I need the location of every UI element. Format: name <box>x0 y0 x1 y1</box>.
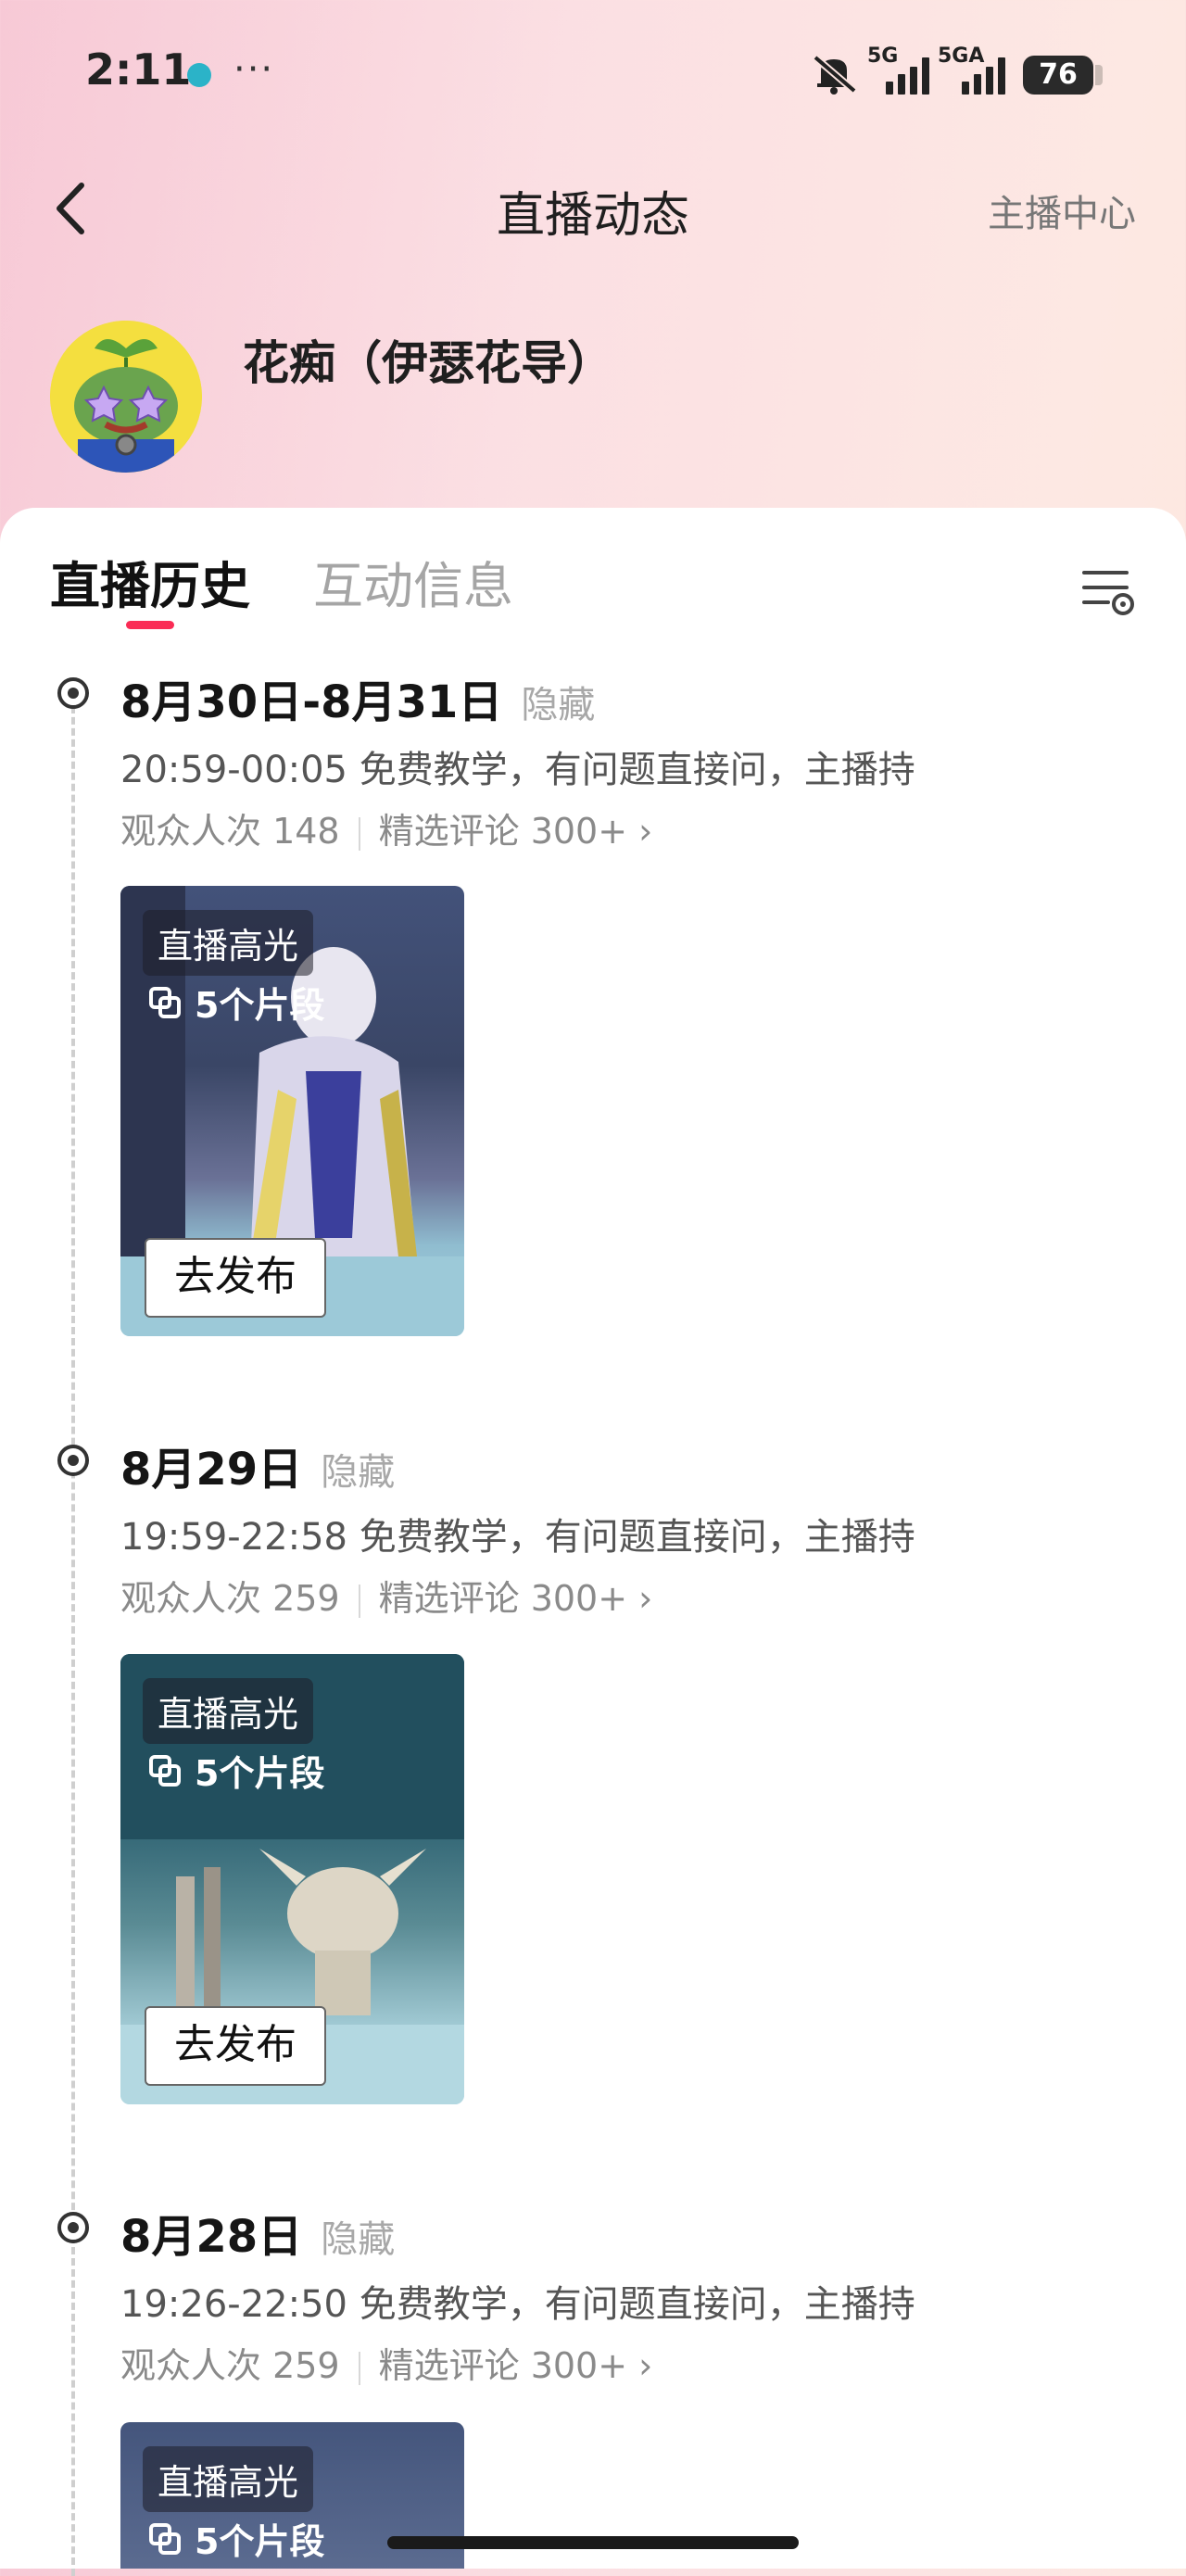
live-highlight-badge: 直播高光 <box>143 910 314 976</box>
list-settings-icon[interactable] <box>1080 565 1138 617</box>
timeline-line <box>71 695 75 2576</box>
tab-live-history[interactable]: 直播历史 <box>50 545 250 618</box>
publish-button[interactable]: 去发布 <box>145 1238 326 1318</box>
live-date: 8月29日 隐藏 <box>120 1433 395 1497</box>
timeline-dot <box>57 677 89 709</box>
clock: 2:11 <box>85 44 192 95</box>
battery-icon: 76 <box>1023 56 1093 95</box>
chevron-right-icon[interactable]: › <box>638 811 652 852</box>
clip-count-text: 5个片段 <box>195 2521 325 2562</box>
divider <box>358 2351 360 2385</box>
chevron-right-icon[interactable]: › <box>638 1578 652 1619</box>
live-stats: 观众人次 259 精选评论 300+ › <box>120 1570 652 1621</box>
live-date-text: 8月29日 <box>120 1444 303 1496</box>
home-indicator[interactable] <box>387 2536 799 2549</box>
highlight-thumbnail[interactable]: 直播高光 5个片段 去发布 <box>120 1654 464 2104</box>
status-bar: 2:11 ··· 5G 5GA 76 <box>0 0 1186 148</box>
selected-comments-link[interactable]: 精选评论 300+ <box>379 2345 627 2386</box>
selected-comments-link[interactable]: 精选评论 300+ <box>379 1578 627 1619</box>
signal-icon-2: 5GA <box>938 44 1012 95</box>
battery-tip <box>1095 65 1103 85</box>
divider <box>358 1584 360 1618</box>
viewer-count: 观众人次 259 <box>120 2345 340 2386</box>
mute-icon <box>813 54 857 95</box>
active-tab-indicator <box>126 621 174 629</box>
live-date-text: 8月28日 <box>120 2211 303 2263</box>
divider <box>358 816 360 851</box>
hide-link[interactable]: 隐藏 <box>321 1451 395 1494</box>
clips-icon <box>149 1754 181 1787</box>
more-notifications-icon: ··· <box>233 48 275 91</box>
anchor-name: 花痴（伊瑟花导） <box>243 336 613 390</box>
live-description: 20:59-00:05 免费教学，有问题直接问，主播持 <box>120 749 915 791</box>
timeline-dot <box>57 2212 89 2243</box>
clip-count-text: 5个片段 <box>195 985 325 1026</box>
viewer-count: 观众人次 259 <box>120 1578 340 1619</box>
tab-interaction-info[interactable]: 互动信息 <box>313 545 513 618</box>
hide-link[interactable]: 隐藏 <box>321 2218 395 2261</box>
live-description: 19:26-22:50 免费教学，有问题直接问，主播持 <box>120 2283 915 2326</box>
timeline-dot <box>57 1445 89 1476</box>
clips-icon <box>149 986 181 1018</box>
live-date: 8月28日 隐藏 <box>120 2200 395 2265</box>
live-stats: 观众人次 148 精选评论 300+ › <box>120 802 652 853</box>
live-description: 19:59-22:58 免费教学，有问题直接问，主播持 <box>120 1516 915 1559</box>
hide-link[interactable]: 隐藏 <box>521 684 595 726</box>
live-highlight-badge: 直播高光 <box>143 2446 314 2512</box>
clip-count: 5个片段 <box>148 1745 324 1796</box>
highlight-thumbnail[interactable]: 直播高光 5个片段 去发布 <box>120 886 464 1336</box>
publish-button[interactable]: 去发布 <box>145 2006 326 2086</box>
clip-count: 5个片段 <box>148 2513 324 2564</box>
live-highlight-badge: 直播高光 <box>143 1678 314 1744</box>
app-icon <box>187 63 211 87</box>
frog-avatar-icon <box>50 321 202 473</box>
clip-count: 5个片段 <box>148 977 324 1028</box>
anchor-center-link[interactable]: 主播中心 <box>988 183 1136 237</box>
selected-comments-link[interactable]: 精选评论 300+ <box>379 811 627 852</box>
clip-count-text: 5个片段 <box>195 1753 325 1794</box>
live-date: 8月30日-8月31日 隐藏 <box>120 665 595 730</box>
viewer-count: 观众人次 148 <box>120 811 340 852</box>
live-stats: 观众人次 259 精选评论 300+ › <box>120 2337 652 2388</box>
avatar[interactable] <box>50 321 202 473</box>
signal-icon: 5G <box>867 44 932 95</box>
clips-icon <box>149 2522 181 2555</box>
live-date-text: 8月30日-8月31日 <box>120 676 503 728</box>
chevron-right-icon[interactable]: › <box>638 2345 652 2386</box>
